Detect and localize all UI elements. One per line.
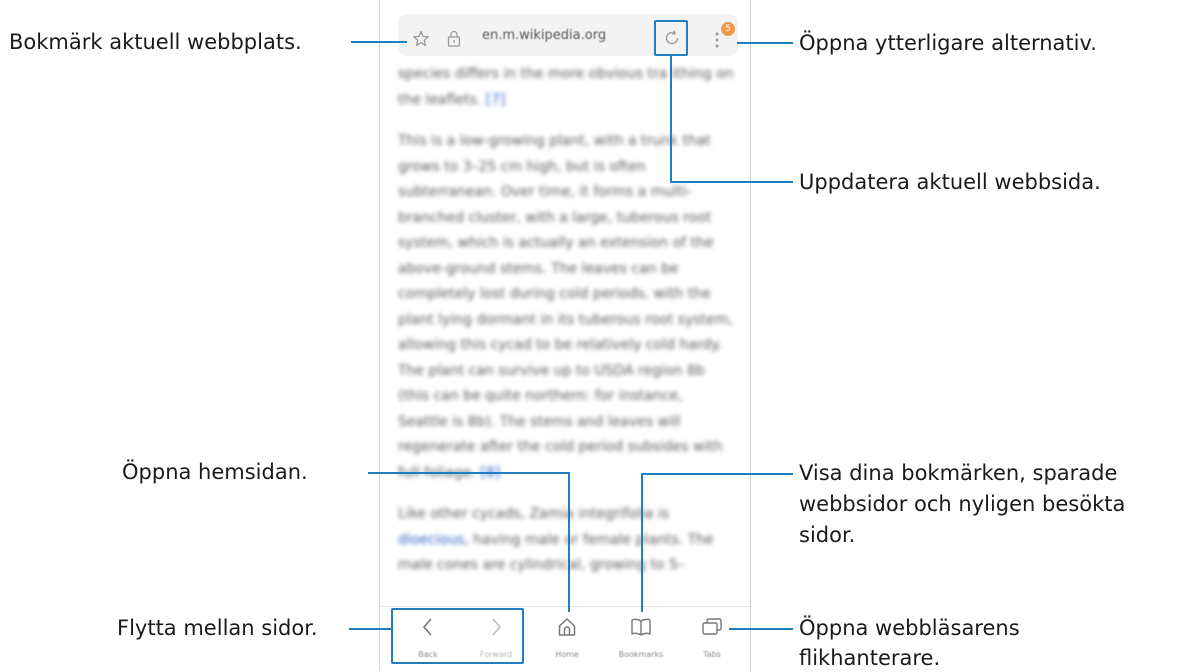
notification-badge: 5 bbox=[721, 22, 735, 36]
lock-icon bbox=[446, 29, 462, 52]
leader-line-bookmark bbox=[351, 41, 407, 43]
leader-line-home-vertical bbox=[568, 472, 570, 612]
leader-line-tabs bbox=[729, 628, 793, 630]
leader-line-bookmarks-vertical bbox=[641, 473, 643, 612]
tabs-icon bbox=[702, 618, 722, 635]
callout-tabs-line2: flikhanterare. bbox=[799, 646, 941, 670]
star-icon[interactable] bbox=[412, 30, 430, 52]
tabs-button[interactable]: Tabs bbox=[682, 607, 742, 667]
callout-home: Öppna hemsidan. bbox=[122, 460, 308, 484]
book-icon bbox=[631, 618, 651, 636]
callout-bookmark-site: Bokmärk aktuell webbplats. bbox=[9, 30, 302, 54]
article-paragraph: Like other cycads, Zamia integrifolia is… bbox=[398, 506, 714, 573]
forward-button[interactable]: Forward bbox=[466, 607, 526, 667]
address-bar: en.m.wikipedia.org 5 bbox=[380, 0, 750, 64]
home-label: Home bbox=[555, 650, 579, 659]
callout-tabs-line1: Öppna webbläsarens bbox=[799, 616, 1020, 640]
refresh-icon[interactable] bbox=[663, 29, 681, 51]
url-text[interactable]: en.m.wikipedia.org bbox=[482, 28, 606, 43]
more-vertical-icon[interactable] bbox=[713, 30, 721, 54]
leader-line-bookmarks-horizontal bbox=[641, 473, 793, 475]
leader-line-refresh-vertical bbox=[670, 56, 672, 183]
home-button[interactable]: Home bbox=[537, 607, 597, 667]
back-button[interactable]: Back bbox=[398, 607, 458, 667]
bottom-navigation-bar: Back Forward Home Bookmarks Tabs bbox=[380, 606, 750, 671]
tabs-label: Tabs bbox=[703, 650, 721, 659]
callout-bookmarks-line2: webbsidor och nyligen besökta bbox=[799, 492, 1126, 516]
article-link[interactable]: dioecious bbox=[398, 532, 464, 548]
leader-line-navigate bbox=[349, 628, 392, 630]
chevron-left-icon bbox=[422, 618, 432, 636]
phone-screen: en.m.wikipedia.org 5 species differs in … bbox=[379, 0, 751, 671]
bookmarks-button[interactable]: Bookmarks bbox=[611, 607, 671, 667]
bookmarks-label: Bookmarks bbox=[618, 650, 664, 659]
home-icon bbox=[558, 618, 576, 636]
leader-line-home-horizontal bbox=[368, 472, 570, 474]
leader-line-more-options bbox=[737, 42, 793, 44]
callout-more-options: Öppna ytterligare alternativ. bbox=[799, 31, 1097, 55]
callout-refresh: Uppdatera aktuell webbsida. bbox=[799, 170, 1101, 194]
callout-bookmarks-line1: Visa dina bokmärken, sparade bbox=[799, 461, 1118, 485]
citation-link[interactable]: [7] bbox=[486, 92, 506, 108]
callout-bookmarks-line3: sidor. bbox=[799, 523, 856, 547]
article-content: species differs in the more obvious tra … bbox=[398, 62, 736, 595]
article-paragraph: species differs in the more obvious tra … bbox=[398, 66, 734, 108]
back-label: Back bbox=[418, 650, 438, 659]
leader-line-refresh-horizontal bbox=[670, 181, 793, 183]
forward-label: Forward bbox=[479, 650, 513, 659]
callout-navigate: Flytta mellan sidor. bbox=[117, 616, 318, 640]
chevron-right-icon bbox=[492, 618, 502, 636]
